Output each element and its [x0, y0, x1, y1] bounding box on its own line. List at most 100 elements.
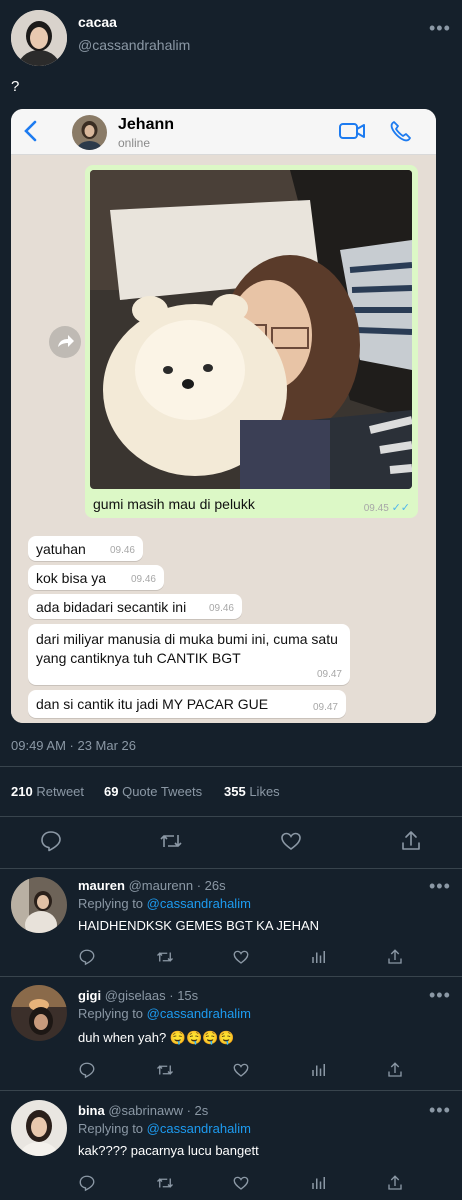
image-message-bubble: gumi masih mau di pelukk 09.45 ✓✓ — [85, 165, 418, 518]
quote-tweets-stat[interactable]: 69 Quote Tweets — [104, 784, 202, 799]
message-time: 09.47 — [316, 669, 342, 680]
dog-photo — [90, 170, 412, 489]
reply-header: mauren @maurenn · 26s — [78, 878, 226, 893]
retweet-stat[interactable]: 210 Retweet — [11, 784, 84, 799]
contact-status: online — [118, 136, 151, 150]
likes-count: 355 — [224, 784, 246, 799]
reply-reply-button[interactable] — [78, 948, 96, 971]
reply-button[interactable] — [39, 829, 63, 853]
divider — [0, 976, 462, 977]
reply-avatar[interactable] — [11, 877, 67, 933]
incoming-message: ada bidadari secantik ini 09.46 — [28, 594, 242, 619]
reply-text: duh when yah? 🤤🤤🤤🤤 — [78, 1030, 235, 1045]
replying-to-label: Replying to — [78, 896, 144, 911]
incoming-message: dan si cantik itu jadi MY PACAR GUE 09.4… — [28, 690, 346, 718]
reply-header: gigi @giselaas · 15s — [78, 988, 198, 1003]
reply-author-handle[interactable]: @giselaas — [105, 988, 166, 1003]
chat-header: Jehann online — [11, 109, 436, 155]
reply-retweet-button[interactable] — [156, 1174, 174, 1197]
reply-author-handle[interactable]: @maurenn — [129, 878, 194, 893]
message-text: yatuhan — [36, 541, 86, 557]
reply-like-button[interactable] — [232, 1174, 250, 1197]
reply-header: bina @sabrinaww · 2s — [78, 1103, 208, 1118]
message-time: 09.47 — [312, 702, 338, 713]
share-button[interactable] — [399, 829, 423, 853]
message-time: 09.46 — [130, 574, 156, 585]
contact-avatar — [72, 115, 107, 150]
video-call-icon — [339, 122, 366, 145]
back-arrow-icon — [23, 120, 37, 147]
phone-call-icon — [390, 120, 412, 147]
divider — [0, 868, 462, 869]
tweet-author-handle[interactable]: @cassandrahalim — [78, 37, 190, 53]
reply-time: · 2s — [186, 1103, 209, 1118]
more-options-icon[interactable]: ••• — [429, 985, 451, 1006]
image-message-time: 09.45 ✓✓ — [364, 501, 410, 514]
incoming-message: dari miliyar manusia di muka bumi ini, c… — [28, 624, 350, 685]
quote-tweets-count: 69 — [104, 784, 119, 799]
reply-avatar[interactable] — [11, 985, 67, 1041]
reply-author-handle[interactable]: @sabrinaww — [108, 1103, 183, 1118]
incoming-message: kok bisa ya 09.46 — [28, 565, 164, 590]
contact-name: Jehann — [118, 116, 175, 133]
message-text: ada bidadari secantik ini — [36, 599, 187, 615]
message-text: dari miliyar manusia di muka bumi ini, c… — [36, 631, 338, 666]
message-text: kok bisa ya — [36, 570, 107, 586]
more-options-icon[interactable]: ••• — [429, 18, 451, 39]
reply-author-name[interactable]: mauren — [78, 878, 125, 893]
tweet-author-avatar[interactable] — [11, 10, 67, 66]
reply-time: · 26s — [196, 878, 226, 893]
more-options-icon[interactable]: ••• — [429, 876, 451, 897]
reply-like-button[interactable] — [232, 1061, 250, 1084]
message-time: 09.46 — [208, 603, 234, 614]
retweet-button[interactable] — [159, 829, 183, 853]
likes-label: Likes — [249, 784, 280, 799]
forward-icon — [49, 326, 81, 358]
chat-area: gumi masih mau di pelukk 09.45 ✓✓ yatuha… — [11, 155, 436, 723]
reply-share-button[interactable] — [386, 1061, 404, 1084]
reply-retweet-button[interactable] — [156, 948, 174, 971]
replying-to: Replying to @cassandrahalim — [78, 1121, 251, 1136]
reply-share-button[interactable] — [386, 948, 404, 971]
divider — [0, 816, 462, 817]
reply-time: · 15s — [169, 988, 199, 1003]
chat-screenshot-image[interactable]: Jehann online gumi masih mau di pelukk 0… — [11, 109, 436, 723]
like-button[interactable] — [279, 829, 303, 853]
replying-to-label: Replying to — [78, 1006, 144, 1021]
retweet-label: Retweet — [36, 784, 85, 799]
replying-to: Replying to @cassandrahalim — [78, 1006, 251, 1021]
tweet-text: ? — [11, 78, 20, 95]
reply-analytics-icon[interactable] — [310, 948, 328, 971]
quote-tweets-label: Quote Tweets — [122, 784, 203, 799]
reply-author-name[interactable]: bina — [78, 1103, 105, 1118]
divider — [0, 1090, 462, 1091]
reply-analytics-icon[interactable] — [310, 1061, 328, 1084]
replying-to-link[interactable]: @cassandrahalim — [147, 896, 251, 911]
divider — [0, 766, 462, 767]
image-caption: gumi masih mau di pelukk — [93, 496, 255, 512]
reply-text: HAIDHENDKSK GEMES BGT KA JEHAN — [78, 918, 320, 933]
replying-to: Replying to @cassandrahalim — [78, 896, 251, 911]
image-message-time-text: 09.45 — [363, 503, 389, 514]
reply-avatar[interactable] — [11, 1100, 67, 1156]
likes-stat[interactable]: 355 Likes — [224, 784, 280, 799]
tweet-timestamp: 09:49 AM · 23 Mar 26 — [11, 738, 137, 753]
message-text: dan si cantik itu jadi MY PACAR GUE — [36, 696, 269, 712]
reply-author-name[interactable]: gigi — [78, 988, 101, 1003]
more-options-icon[interactable]: ••• — [429, 1100, 451, 1121]
reply-text: kak???? pacarnya lucu bangett — [78, 1143, 259, 1158]
tweet-author-name[interactable]: cacaa — [78, 14, 117, 30]
incoming-message: yatuhan 09.46 — [28, 536, 143, 561]
message-time: 09.46 — [109, 545, 135, 556]
reply-reply-button[interactable] — [78, 1061, 96, 1084]
reply-like-button[interactable] — [232, 948, 250, 971]
reply-share-button[interactable] — [386, 1174, 404, 1197]
reply-reply-button[interactable] — [78, 1174, 96, 1197]
read-receipt-icon: ✓✓ — [391, 502, 410, 514]
replying-to-link[interactable]: @cassandrahalim — [147, 1121, 251, 1136]
reply-retweet-button[interactable] — [156, 1061, 174, 1084]
retweet-count: 210 — [11, 784, 33, 799]
replying-to-link[interactable]: @cassandrahalim — [147, 1006, 251, 1021]
replying-to-label: Replying to — [78, 1121, 144, 1136]
reply-analytics-icon[interactable] — [310, 1174, 328, 1197]
